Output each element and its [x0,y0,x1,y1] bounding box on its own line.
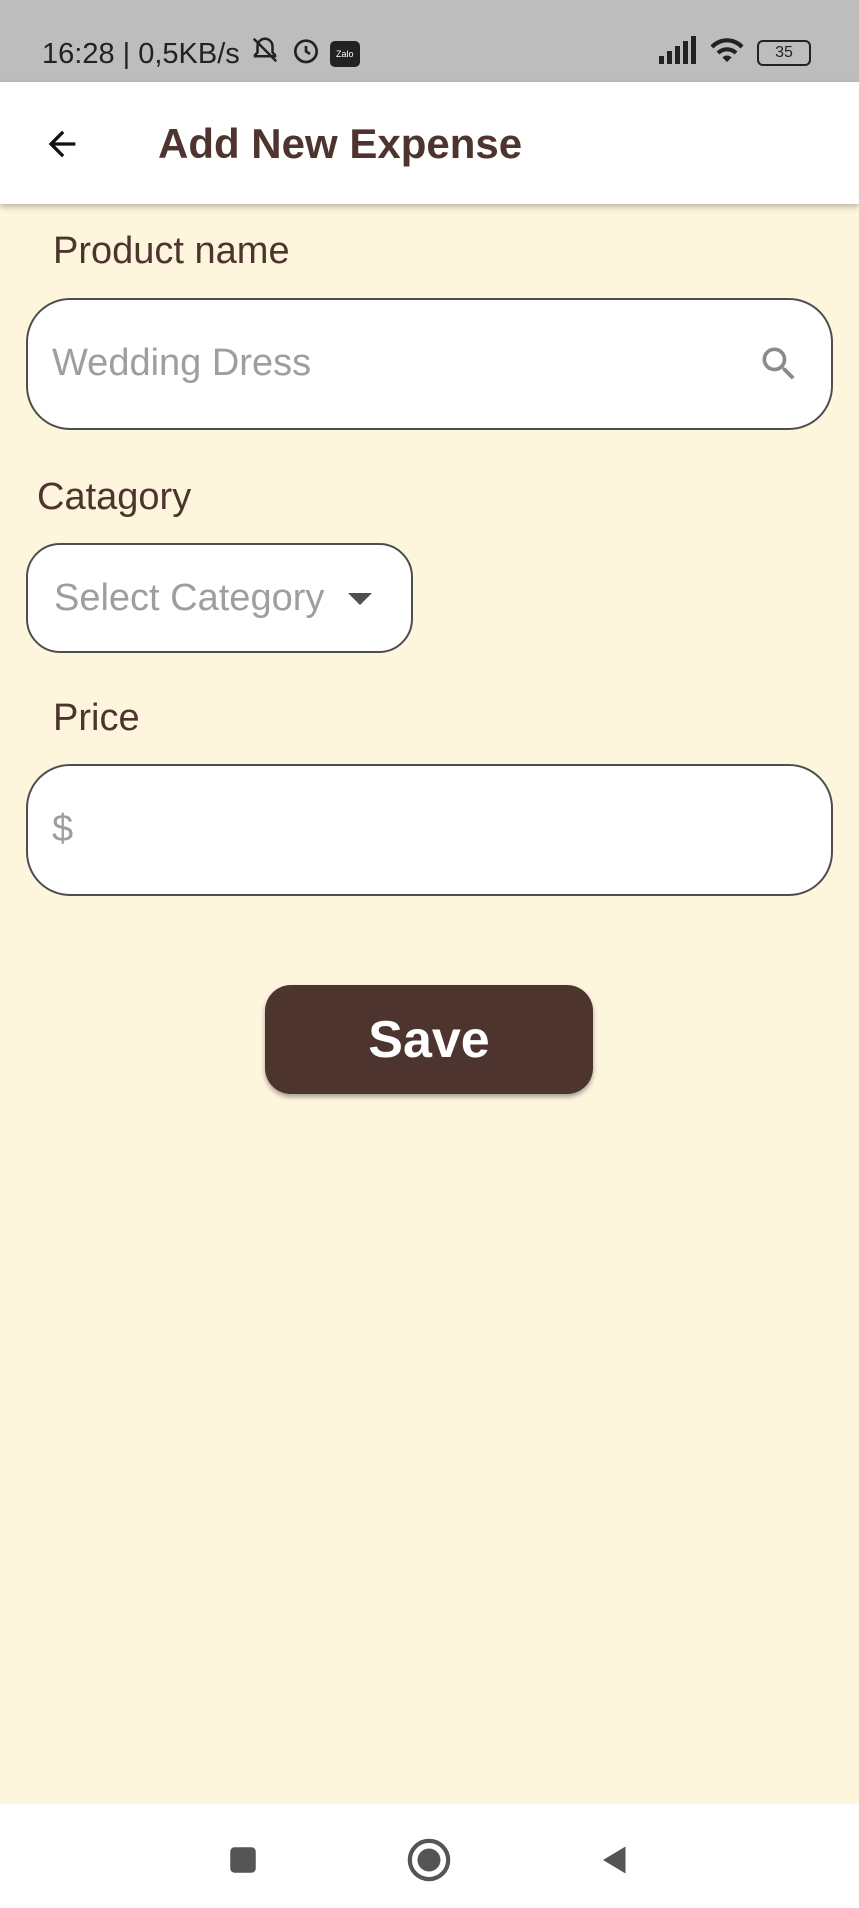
nav-home-icon [407,1838,451,1882]
nav-home-button[interactable] [405,1836,453,1884]
category-dropdown[interactable]: Select Category [26,543,413,653]
page-title: Add New Expense [158,120,523,167]
price-prefix: $ [52,808,74,850]
status-left: 16:28 | 0,5KB/s Zalo [42,34,360,74]
nav-recents-button[interactable] [219,1836,267,1884]
status-time-speed: 16:28 | 0,5KB/s [42,37,240,70]
signal-icon [657,36,697,69]
product-name-placeholder: Wedding Dress [52,342,312,384]
nav-recents-icon [230,1847,256,1873]
app-bar: Add New Expense [0,82,859,204]
chevron-down-icon [348,593,372,605]
product-name-input[interactable]: Wedding Dress [26,298,833,430]
price-label: Price [53,697,140,739]
mute-icon [248,35,282,73]
save-button[interactable]: Save [265,985,593,1094]
status-right: 35 [657,36,811,69]
category-placeholder: Select Category [54,577,325,619]
wifi-icon [709,36,745,69]
status-bar: 16:28 | 0,5KB/s Zalo 35 [0,0,859,82]
product-name-label: Product name [53,230,290,272]
battery-icon: 35 [757,39,811,66]
back-arrow-icon [48,130,76,158]
category-label: Catagory [37,476,192,518]
nav-back-button[interactable] [591,1836,639,1884]
zalo-icon: Zalo [329,41,360,67]
back-button[interactable] [34,116,90,172]
search-icon[interactable] [757,342,801,386]
system-nav-bar [0,1804,859,1908]
nav-back-icon [603,1846,626,1874]
alarm-icon [290,34,322,74]
price-input[interactable]: $ [26,764,833,896]
